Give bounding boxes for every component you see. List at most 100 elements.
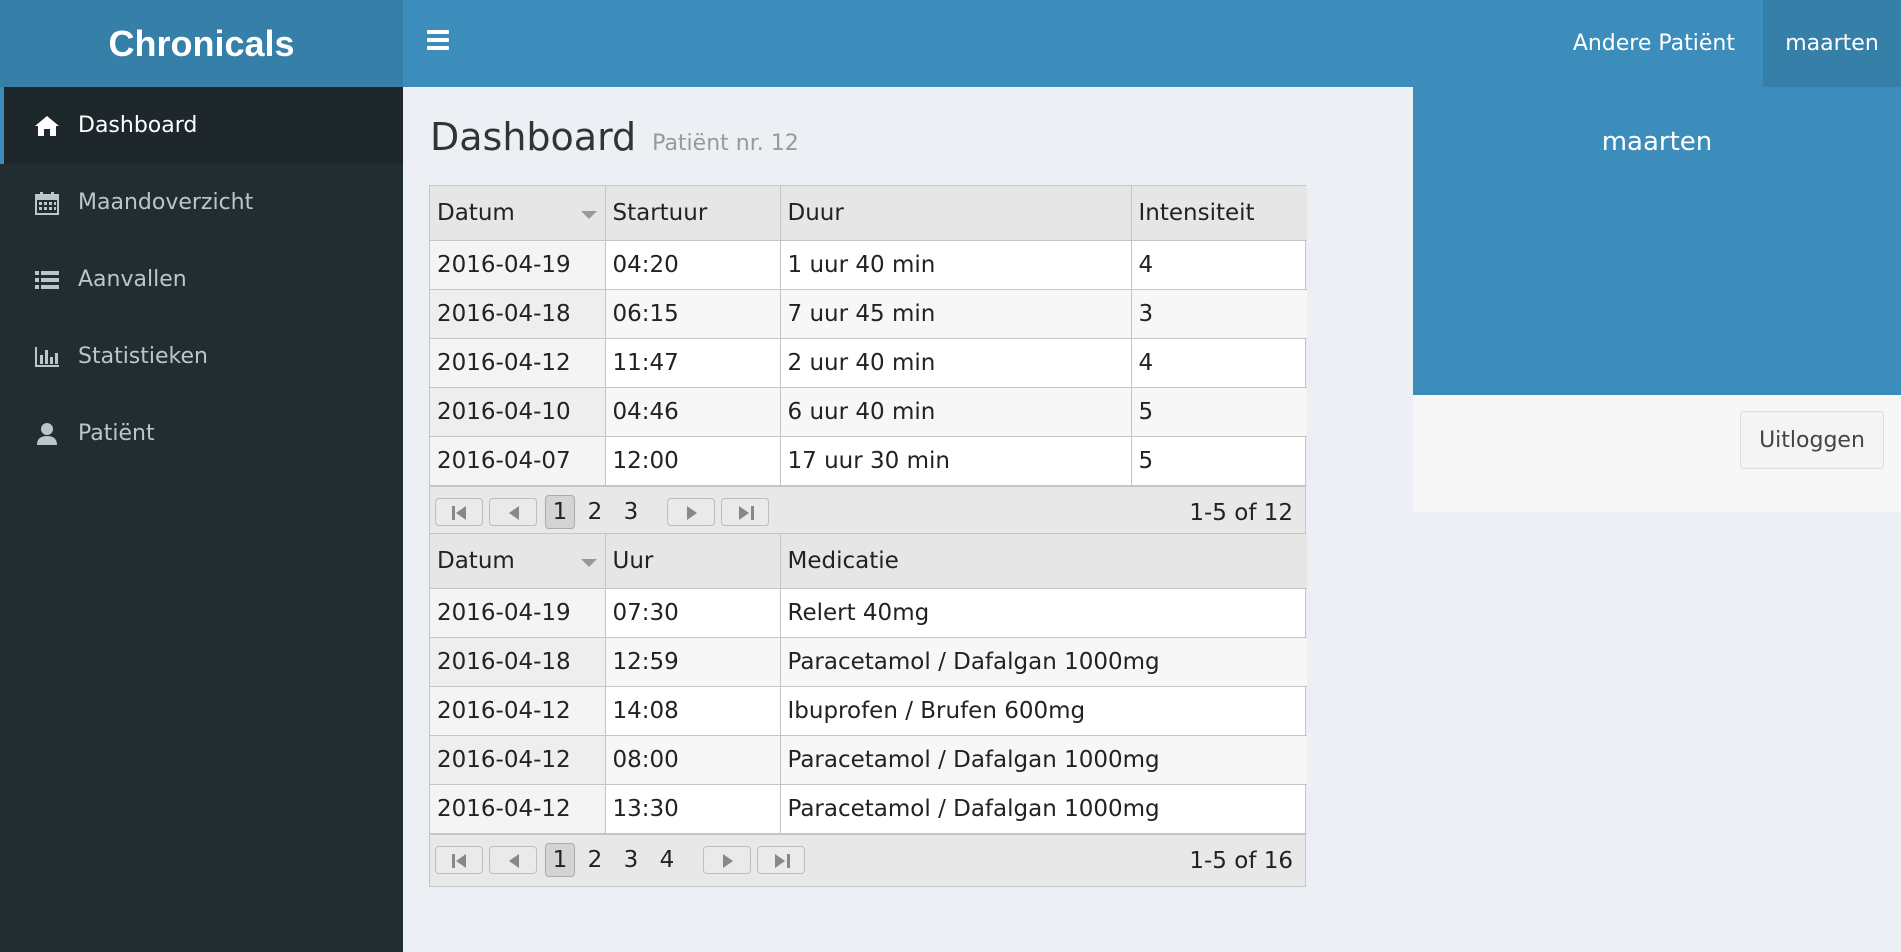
other-patient-link[interactable]: Andere Patiënt [1547, 0, 1761, 87]
attacks-table: Datum Startuur Duur Intensiteit 2016-04-… [430, 186, 1307, 486]
sort-desc-icon [580, 559, 597, 567]
column-header-datum[interactable]: Datum [430, 186, 606, 241]
table-cell: 12:00 [605, 436, 781, 486]
table-row[interactable]: 2016-04-07 12:00 17 uur 30 min 5 [430, 436, 1307, 486]
sidebar-item-label: Patiënt [78, 421, 155, 446]
table-cell: 2016-04-12 [430, 784, 606, 834]
table-cell: 2016-04-12 [430, 686, 606, 736]
table-cell: 13:30 [605, 784, 781, 834]
pager-info: 1-5 of 16 [1189, 847, 1293, 874]
table-cell: 1 uur 40 min [780, 240, 1132, 290]
table-cell: 04:20 [605, 240, 781, 290]
calendar-icon [35, 191, 59, 215]
medication-grid: Datum Uur Medicatie 2016-04-19 07:30 Rel… [429, 533, 1307, 887]
table-cell: Relert 40mg [780, 588, 1307, 638]
table-cell: 3 [1131, 289, 1307, 339]
sort-desc-icon [580, 211, 597, 219]
page-subtitle: Patiënt nr. 12 [652, 131, 799, 156]
table-cell: 11:47 [605, 338, 781, 388]
sidebar-item-label: Dashboard [78, 113, 198, 138]
page-number[interactable]: 4 [651, 843, 683, 877]
sidebar-item-label: Maandoverzicht [78, 190, 254, 215]
attacks-grid: Datum Startuur Duur Intensiteit 2016-04-… [429, 185, 1307, 539]
table-cell: 12:59 [605, 637, 781, 687]
last-page-button[interactable] [721, 498, 769, 526]
user-menu[interactable]: maarten [1763, 0, 1901, 87]
logout-button[interactable]: Uitloggen [1740, 411, 1884, 469]
prev-page-button[interactable] [489, 498, 537, 526]
medication-pager: 1 2 3 4 1-5 of 16 [430, 833, 1305, 886]
page-title: Dashboard [430, 115, 637, 159]
last-page-button[interactable] [757, 846, 805, 874]
table-row[interactable]: 2016-04-19 07:30 Relert 40mg [430, 588, 1307, 638]
table-cell: 04:46 [605, 387, 781, 437]
table-cell: 2016-04-10 [430, 387, 606, 437]
page-number[interactable]: 3 [615, 843, 647, 877]
column-header-medicatie[interactable]: Medicatie [780, 534, 1307, 589]
table-row[interactable]: 2016-04-19 04:20 1 uur 40 min 4 [430, 240, 1307, 290]
sidebar-item-label: Statistieken [78, 344, 208, 369]
table-row[interactable]: 2016-04-12 08:00 Paracetamol / Dafalgan … [430, 735, 1307, 785]
first-page-button[interactable] [435, 846, 483, 874]
table-cell: 5 [1131, 436, 1307, 486]
table-cell: Ibuprofen / Brufen 600mg [780, 686, 1307, 736]
table-cell: 2016-04-19 [430, 240, 606, 290]
page-number[interactable]: 2 [579, 495, 611, 529]
table-row[interactable]: 2016-04-12 11:47 2 uur 40 min 4 [430, 338, 1307, 388]
sidebar-item-dashboard[interactable]: Dashboard [0, 87, 403, 164]
user-header: maarten [1413, 87, 1901, 395]
sidebar-item-maandoverzicht[interactable]: Maandoverzicht [0, 164, 403, 241]
sidebar-toggle-icon[interactable] [427, 30, 449, 54]
first-page-button[interactable] [435, 498, 483, 526]
table-cell: Paracetamol / Dafalgan 1000mg [780, 735, 1307, 785]
column-header-uur[interactable]: Uur [605, 534, 781, 589]
sidebar-item-statistieken[interactable]: Statistieken [0, 318, 403, 395]
table-cell: 2016-04-12 [430, 338, 606, 388]
user-name: maarten [1601, 127, 1713, 157]
column-header-intensiteit[interactable]: Intensiteit [1131, 186, 1307, 241]
table-cell: Paracetamol / Dafalgan 1000mg [780, 784, 1307, 834]
next-page-button[interactable] [667, 498, 715, 526]
sidebar-item-patient[interactable]: Patiënt [0, 395, 403, 472]
table-cell: 5 [1131, 387, 1307, 437]
sidebar-item-aanvallen[interactable]: Aanvallen [0, 241, 403, 318]
app-logo[interactable]: Chronicals [0, 0, 403, 87]
sidebar: Dashboard Maandoverzicht Aanvallen Stati… [0, 87, 403, 952]
page-number[interactable]: 1 [545, 495, 575, 529]
table-row[interactable]: 2016-04-18 06:15 7 uur 45 min 3 [430, 289, 1307, 339]
table-cell: 14:08 [605, 686, 781, 736]
bar-chart-icon [35, 346, 59, 367]
table-cell: 06:15 [605, 289, 781, 339]
table-cell: 6 uur 40 min [780, 387, 1132, 437]
medication-table: Datum Uur Medicatie 2016-04-19 07:30 Rel… [430, 534, 1307, 834]
sidebar-item-label: Aanvallen [78, 267, 187, 292]
table-cell: 17 uur 30 min [780, 436, 1132, 486]
table-row[interactable]: 2016-04-18 12:59 Paracetamol / Dafalgan … [430, 637, 1307, 687]
table-cell: 2016-04-18 [430, 289, 606, 339]
table-cell: 4 [1131, 338, 1307, 388]
page-number[interactable]: 2 [579, 843, 611, 877]
table-cell: 4 [1131, 240, 1307, 290]
table-cell: 2016-04-18 [430, 637, 606, 687]
column-header-datum[interactable]: Datum [430, 534, 606, 589]
page-number[interactable]: 3 [615, 495, 647, 529]
next-page-button[interactable] [703, 846, 751, 874]
table-header-row: Datum Uur Medicatie [430, 534, 1307, 589]
table-row[interactable]: 2016-04-12 14:08 Ibuprofen / Brufen 600m… [430, 686, 1307, 736]
column-header-startuur[interactable]: Startuur [605, 186, 781, 241]
page-number[interactable]: 1 [545, 843, 575, 877]
list-icon [35, 270, 59, 289]
table-header-row: Datum Startuur Duur Intensiteit [430, 186, 1307, 241]
pager-info: 1-5 of 12 [1189, 499, 1293, 526]
table-cell: 2 uur 40 min [780, 338, 1132, 388]
table-cell: 2016-04-19 [430, 588, 606, 638]
home-icon [35, 115, 59, 136]
top-navbar: Andere Patiënt maarten [403, 0, 1901, 87]
table-cell: 7 uur 45 min [780, 289, 1132, 339]
table-row[interactable]: 2016-04-10 04:46 6 uur 40 min 5 [430, 387, 1307, 437]
table-cell: 2016-04-12 [430, 735, 606, 785]
table-row[interactable]: 2016-04-12 13:30 Paracetamol / Dafalgan … [430, 784, 1307, 834]
table-cell: 2016-04-07 [430, 436, 606, 486]
prev-page-button[interactable] [489, 846, 537, 874]
column-header-duur[interactable]: Duur [780, 186, 1132, 241]
